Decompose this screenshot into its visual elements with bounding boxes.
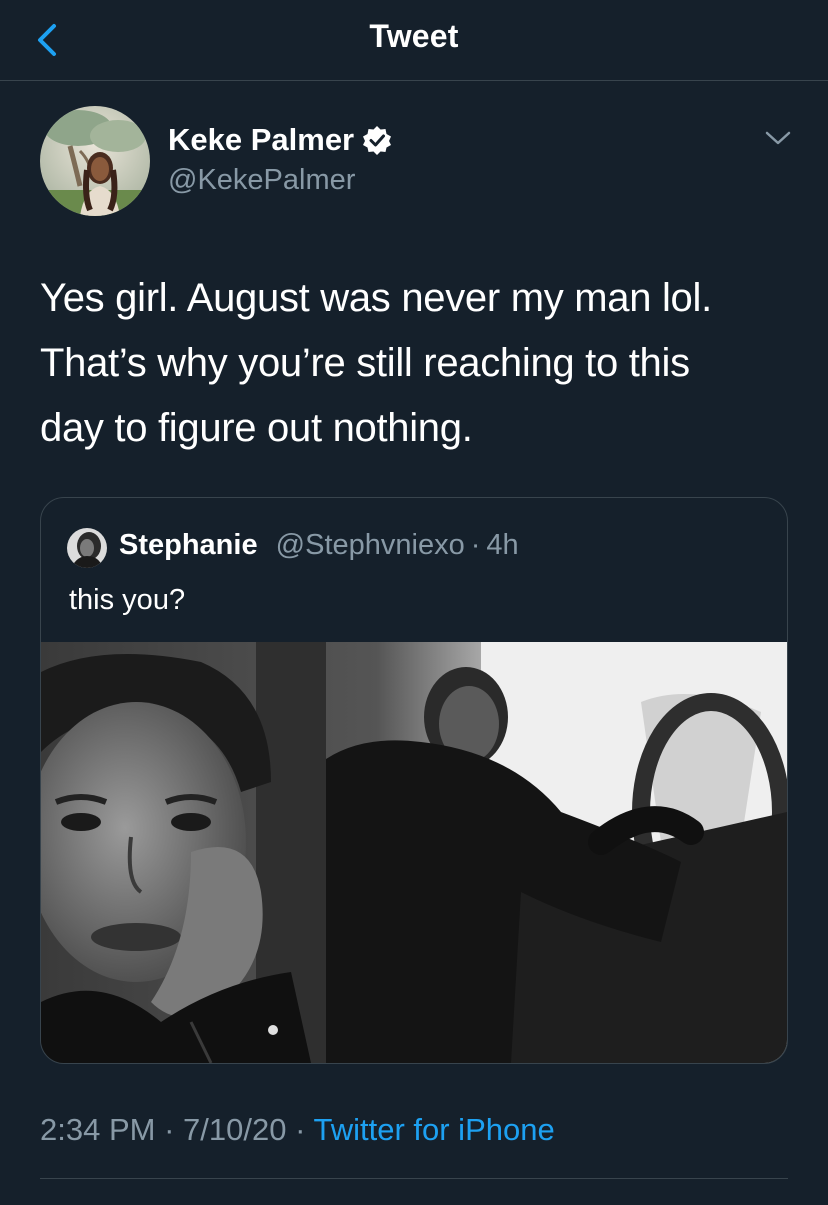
author-name-row[interactable]: Keke Palmer — [168, 122, 392, 158]
quoted-author-handle[interactable]: @Stephvniexo — [276, 529, 465, 561]
author-name[interactable]: Keke Palmer — [168, 122, 354, 158]
meta-separator: · — [164, 1112, 175, 1147]
top-nav-bar: Tweet — [0, 0, 828, 81]
tweet-text-line: That’s why you’re still reaching to this — [40, 341, 690, 385]
quoted-author-avatar[interactable] — [67, 528, 107, 568]
tweet-meta-line: 2:34 PM · 7/10/20 · Twitter for iPhone — [40, 1112, 555, 1148]
tweet-text-line: Yes girl. August was never my man lol. — [40, 276, 712, 320]
tweet-text-line: day to figure out nothing. — [40, 406, 473, 450]
quoted-author-name[interactable]: Stephanie — [119, 529, 258, 561]
quoted-tweet-header: Stephanie @Stephvniexo · 4h — [119, 529, 519, 562]
quoted-time: 4h — [486, 529, 519, 561]
divider — [40, 1178, 788, 1179]
meta-separator: · — [295, 1112, 306, 1147]
quoted-tweet-photo[interactable] — [41, 642, 787, 1063]
chevron-down-icon[interactable] — [764, 128, 792, 148]
quoted-tweet-card[interactable]: Stephanie @Stephvniexo · 4h this you? — [40, 497, 788, 1064]
author-handle[interactable]: @KekePalmer — [168, 164, 355, 197]
quoted-tweet-text: this you? — [69, 584, 186, 616]
author-avatar[interactable] — [40, 106, 150, 216]
verified-badge-icon — [363, 126, 392, 155]
quoted-separator: · — [470, 529, 481, 561]
tweet-source-link[interactable]: Twitter for iPhone — [313, 1112, 554, 1147]
tweet-date: 7/10/20 — [183, 1112, 287, 1147]
tweet-text: Yes girl. August was never my man lol. T… — [40, 266, 800, 461]
page-title: Tweet — [369, 18, 459, 54]
tweet-time: 2:34 PM — [40, 1112, 156, 1147]
